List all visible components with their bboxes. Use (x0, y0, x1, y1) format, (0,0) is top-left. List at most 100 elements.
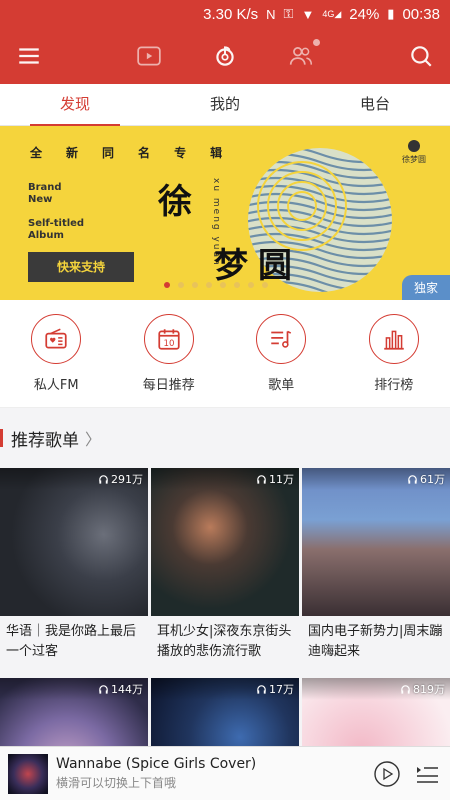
play-count-text: 11万 (269, 473, 294, 486)
shortcut-label: 私人FM (33, 378, 79, 393)
page-dot[interactable] (206, 282, 212, 288)
headphones-icon (257, 474, 266, 484)
notification-dot (313, 39, 320, 46)
shortcut-private-fm[interactable]: 私人FM (11, 314, 101, 393)
queue-button[interactable] (412, 759, 442, 789)
playlist-title: 国内电子新势力|周末蹦迪嗨起来 (308, 624, 443, 659)
playlist-cover: 61万 (302, 468, 450, 616)
page-dot[interactable] (164, 282, 170, 288)
page-dot[interactable] (192, 282, 198, 288)
banner-headline: 全 新 同 名 专 辑 (30, 144, 223, 161)
search-icon[interactable] (406, 41, 436, 71)
playlist-cover: 291万 (0, 468, 148, 616)
logo-text: 徐梦圆 (402, 155, 426, 164)
headline-char: 新 (66, 146, 80, 160)
radio-icon (31, 314, 82, 364)
play-icon (374, 760, 400, 787)
page-dot[interactable] (262, 282, 268, 288)
battery-icon: ▮ (387, 6, 395, 21)
section-accent-bar (0, 429, 3, 447)
artist-char-3: 圆 (258, 246, 292, 286)
playlist-card[interactable]: 11万 耳机少女|深夜东京街头播放的悲伤流行歌 (151, 468, 299, 678)
shortcut-playlist[interactable]: 歌单 (236, 314, 326, 393)
network-speed: 3.30 K/s (203, 5, 259, 23)
top-header: 3.30 K/s N ⚿ ▼ 4G◢ 24% ▮ 00:38 (0, 0, 450, 84)
headline-char: 同 (102, 146, 116, 160)
now-playing-info[interactable]: Wannabe (Spice Girls Cover) 横滑可以切换上下首哦 (56, 756, 362, 791)
banner-pagination (164, 282, 268, 288)
calendar-day: 10 (163, 339, 174, 349)
support-button[interactable]: 快来支持 (28, 252, 134, 282)
battery-level: 24% (349, 5, 380, 23)
shortcut-charts[interactable]: 排行榜 (349, 314, 439, 393)
play-count-text: 17万 (269, 683, 294, 696)
page-dot[interactable] (220, 282, 226, 288)
now-playing-title: Wannabe (Spice Girls Cover) (56, 756, 257, 772)
shortcut-label: 每日推荐 (142, 378, 195, 393)
queue-icon (417, 766, 438, 783)
tab-mine[interactable]: 我的 (150, 84, 300, 126)
play-count-text: 144万 (111, 683, 143, 696)
headphones-icon (99, 684, 108, 694)
playlist-title: 耳机少女|深夜东京街头播放的悲伤流行歌 (157, 624, 292, 659)
section-title: 推荐歌单 (11, 430, 79, 451)
key-icon: ⚿ (283, 6, 294, 21)
shortcut-row: 私人FM 10 每日推荐 歌单 排行榜 (0, 300, 450, 408)
app-toolbar (0, 28, 450, 84)
main-tabs: 发现 我的 电台 (0, 84, 450, 126)
video-icon[interactable] (134, 41, 164, 71)
headline-char: 专 (174, 146, 188, 160)
shortcut-label: 歌单 (268, 378, 295, 393)
page-dot[interactable] (248, 282, 254, 288)
play-count: 17万 (256, 681, 294, 697)
toolbar-center (134, 39, 320, 71)
playlist-title: 华语｜我是你路上最后一个过客 (6, 624, 137, 659)
play-count: 144万 (98, 681, 143, 697)
nfc-icon: N (266, 6, 276, 22)
chevron-right-icon: 〉 (85, 430, 102, 449)
mini-player[interactable]: Wannabe (Spice Girls Cover) 横滑可以切换上下首哦 (0, 746, 450, 800)
artist-char-1: 徐 (158, 182, 192, 222)
logo-mark-icon (408, 140, 420, 152)
headline-char: 辑 (210, 146, 224, 160)
play-count: 291万 (98, 471, 143, 487)
shortcut-daily[interactable]: 10 每日推荐 (124, 314, 214, 393)
artist-logo: 徐梦圆 (402, 140, 426, 165)
play-count: 11万 (256, 471, 294, 487)
page-dot[interactable] (178, 282, 184, 288)
playlist-card[interactable]: 61万 国内电子新势力|周末蹦迪嗨起来 (302, 468, 450, 678)
menu-icon[interactable] (14, 41, 44, 71)
play-count: 61万 (407, 471, 445, 487)
calendar-icon: 10 (143, 314, 194, 364)
status-bar: 3.30 K/s N ⚿ ▼ 4G◢ 24% ▮ 00:38 (0, 0, 450, 28)
music-icon[interactable] (210, 41, 240, 71)
clock: 00:38 (402, 5, 440, 23)
chart-icon (368, 314, 419, 364)
exclusive-badge: 独家 (401, 275, 450, 300)
banner-en-line2: New (28, 194, 53, 205)
headphones-icon (99, 474, 108, 484)
play-count-text: 61万 (420, 473, 445, 486)
headphones-icon (401, 684, 410, 694)
signal-icon: 4G◢ (322, 8, 342, 19)
tab-radio[interactable]: 电台 (300, 84, 450, 126)
headline-char: 全 (30, 146, 44, 160)
play-button[interactable] (372, 759, 402, 789)
now-playing-cover[interactable] (8, 753, 48, 794)
promo-banner[interactable]: 全 新 同 名 专 辑 Brand New Self-titled Album … (0, 126, 450, 300)
recommended-playlists-header[interactable]: 推荐歌单 〉 (0, 408, 450, 468)
play-count-text: 291万 (111, 473, 143, 486)
playlist-card[interactable]: 291万 华语｜我是你路上最后一个过客 (0, 468, 148, 678)
headphones-icon (408, 474, 417, 484)
playlist-cover: 11万 (151, 468, 299, 616)
headline-char: 名 (138, 146, 152, 160)
network-type: 4G (322, 8, 335, 19)
friends-icon[interactable] (286, 39, 320, 71)
playlist-icon (256, 314, 307, 364)
shortcut-label: 排行榜 (374, 378, 414, 393)
play-count-text: 819万 (413, 683, 445, 696)
wifi-icon: ▼ (301, 6, 315, 22)
tab-discover[interactable]: 发现 (0, 84, 150, 126)
banner-en-line4: Album (28, 230, 64, 241)
page-dot[interactable] (234, 282, 240, 288)
